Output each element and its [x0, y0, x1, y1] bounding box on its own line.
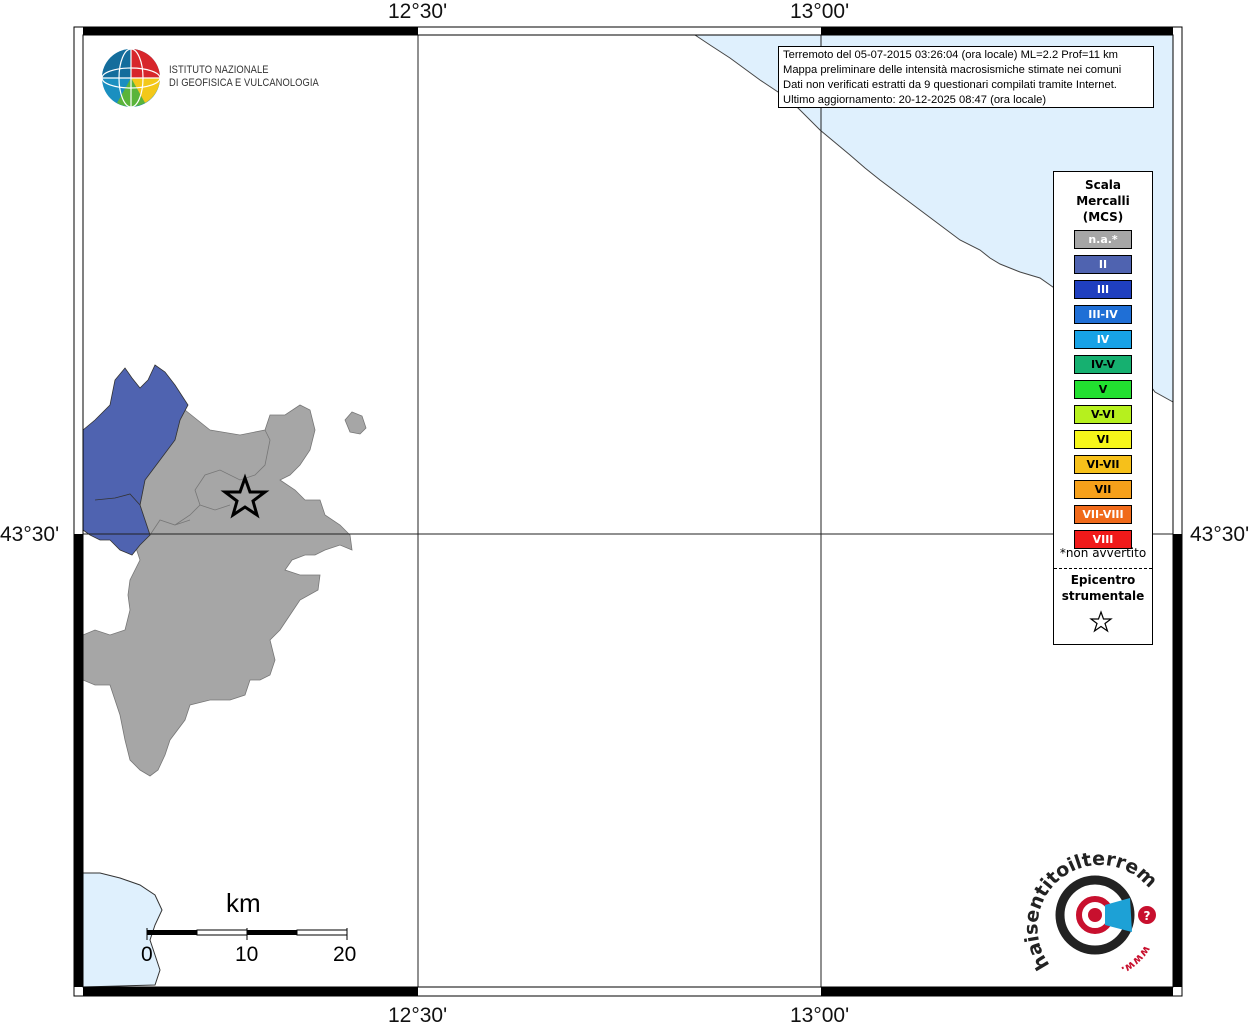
legend-item: III-IV — [1074, 305, 1132, 324]
info-line2: Mappa preliminare delle intensità macros… — [783, 64, 1122, 76]
legend-items: n.a.* II III III-IV IV IV-V V V-VI VI VI-VII VII VI… — [1074, 230, 1132, 555]
legend-epi-line2: strumentale — [1061, 589, 1145, 603]
legend-note: *non avvertito — [1059, 546, 1147, 560]
info-box: Terremoto del 05-07-2015 03:26:04 (ora l… — [778, 46, 1154, 108]
legend-item: VI — [1074, 430, 1132, 449]
legend-title-line3: (MCS) — [1082, 210, 1124, 224]
legend-title-line1: Scala — [1084, 178, 1122, 192]
legend-item: IV-V — [1074, 355, 1132, 374]
info-line3: Dati non verificati estratti da 9 questi… — [783, 79, 1117, 91]
legend-item: VI-VII — [1074, 455, 1132, 474]
right-label-4330: 43°30' — [1190, 523, 1250, 546]
legend-epi-line1: Epicentro — [1070, 573, 1136, 587]
bottom-label-1230: 12°30' — [388, 1004, 448, 1027]
legend-epicenter-label: Epicentro strumentale — [1054, 572, 1152, 604]
left-label-4330: 43°30' — [0, 523, 60, 546]
ingv-line2: DI GEOFISICA E VULCANOLOGIA — [169, 77, 319, 89]
ingv-logo-icon — [101, 48, 161, 108]
legend-title-line2: Mercalli — [1076, 194, 1130, 208]
legend-title: Scala Mercalli (MCS) — [1054, 177, 1152, 225]
legend-star-icon — [1089, 610, 1113, 633]
legend-item: IV — [1074, 330, 1132, 349]
watermark-text: haisentitoilterremoto.it www. — [1020, 845, 1161, 977]
legend-item: VII-VIII — [1074, 505, 1132, 524]
top-label-1230: 12°30' — [388, 0, 448, 23]
legend-item: V-VI — [1074, 405, 1132, 424]
scale-tick-10: 10 — [235, 943, 259, 966]
scale-tick-20: 20 — [333, 943, 357, 966]
legend-item: V — [1074, 380, 1132, 399]
legend: Scala Mercalli (MCS) n.a.* II III III-IV IV I… — [1053, 171, 1153, 645]
legend-item: III — [1074, 280, 1132, 299]
ingv-logo-text: ISTITUTO NAZIONALE DI GEOFISICA E VULCAN… — [169, 64, 319, 90]
bottom-label-1300: 13°00' — [790, 1004, 850, 1027]
legend-item: VII — [1074, 480, 1132, 499]
info-line4: Ultimo aggiornamento: 20-12-2025 08:47 (… — [783, 94, 1047, 106]
scale-tick-0: 0 — [141, 943, 153, 966]
svg-text:www.: www. — [1119, 943, 1153, 976]
ingv-line1: ISTITUTO NAZIONALE — [169, 64, 269, 76]
legend-item: n.a.* — [1074, 230, 1132, 249]
island — [344, 411, 367, 435]
scale-bar — [146, 928, 348, 940]
legend-item: II — [1074, 255, 1132, 274]
info-line1: Terremoto del 05-07-2015 03:26:04 (ora l… — [783, 49, 1118, 61]
legend-separator — [1054, 568, 1152, 569]
scale-unit: km — [226, 888, 261, 918]
top-label-1300: 13°00' — [790, 0, 850, 23]
watermark-prefix: www. — [1119, 943, 1153, 976]
